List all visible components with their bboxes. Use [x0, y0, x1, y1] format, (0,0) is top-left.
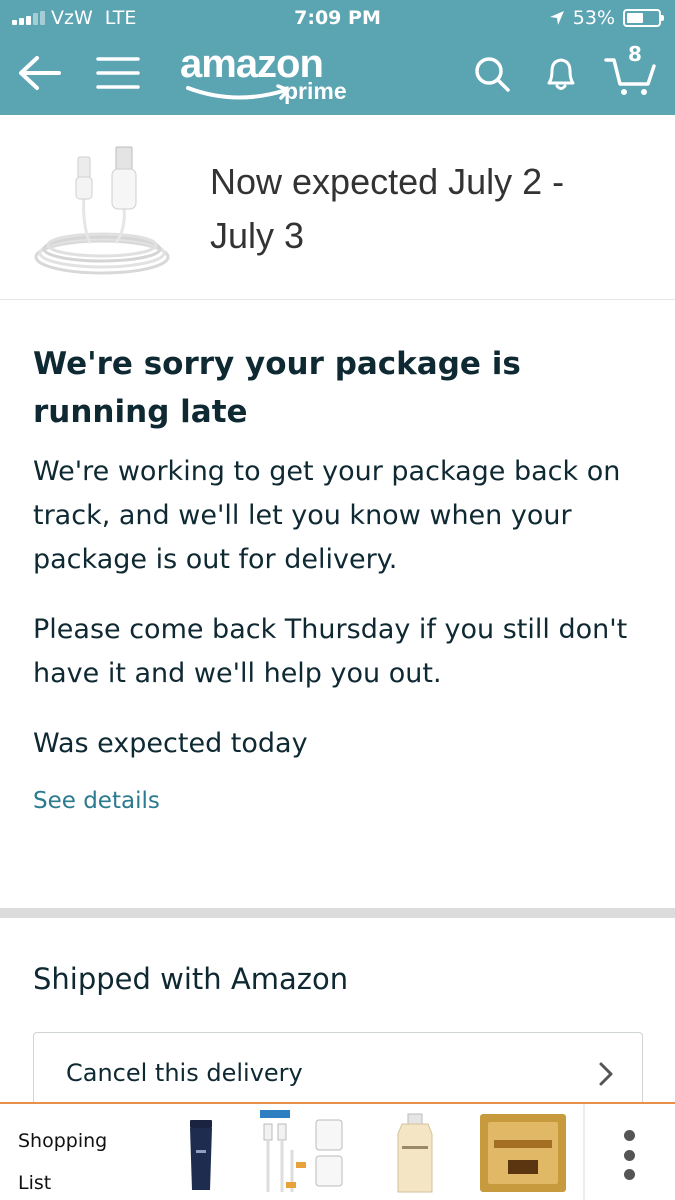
cable-image — [34, 146, 170, 275]
notifications-button[interactable] — [538, 50, 584, 96]
search-button[interactable] — [470, 52, 514, 96]
shopping-list-item-chargers[interactable] — [258, 1110, 348, 1196]
shipped-with-title: Shipped with Amazon — [33, 962, 349, 996]
location-arrow-icon — [549, 11, 564, 25]
smile-arrow-icon — [186, 84, 290, 100]
shopping-list-item-bronze[interactable] — [478, 1110, 568, 1196]
chevron-right-icon — [599, 1062, 613, 1086]
search-icon — [475, 57, 510, 92]
shopping-list-item-bottle[interactable] — [390, 1110, 440, 1196]
cancel-delivery-label: Cancel this delivery — [66, 1059, 303, 1087]
status-right: 53% — [549, 7, 664, 29]
app-header: amazon prime 8 — [0, 38, 675, 115]
late-notice: We're sorry your package is running late… — [33, 340, 643, 814]
status-bar: VzW LTE 7:09 PM 53% — [0, 0, 675, 38]
notice-paragraph-1: We're working to get your package back o… — [33, 456, 621, 575]
battery-icon — [623, 9, 664, 27]
delivery-estimate-section: Now expected July 2 - July 3 — [0, 115, 675, 300]
expected-date-text: Now expected July 2 - July 3 — [210, 161, 565, 256]
shopping-list-item-tube[interactable] — [176, 1110, 226, 1196]
shopping-list-label[interactable]: Shopping List — [18, 1120, 107, 1200]
bell-icon — [547, 58, 575, 90]
back-button[interactable] — [14, 50, 64, 96]
section-divider — [0, 908, 675, 918]
bar-separator — [583, 1104, 585, 1200]
product-image[interactable] — [32, 145, 172, 275]
more-vertical-icon[interactable] — [622, 1130, 636, 1180]
top-bar: VzW LTE 7:09 PM 53% amazon prime 8 — [0, 0, 675, 115]
battery-percent: 53% — [572, 7, 615, 29]
notice-paragraph-3: Was expected today — [33, 728, 308, 759]
shopping-list-bar: Shopping List — [0, 1102, 675, 1200]
amazon-prime-logo[interactable]: amazon prime — [178, 42, 378, 108]
menu-button[interactable] — [92, 50, 144, 96]
notice-paragraph-2: Please come back Thursday if you still d… — [33, 614, 628, 689]
menu-icon — [96, 57, 140, 89]
cart-count: 8 — [628, 42, 642, 66]
back-arrow-icon — [19, 56, 61, 90]
see-details-link[interactable]: See details — [33, 788, 643, 814]
notice-heading: We're sorry your package is running late — [33, 346, 521, 430]
